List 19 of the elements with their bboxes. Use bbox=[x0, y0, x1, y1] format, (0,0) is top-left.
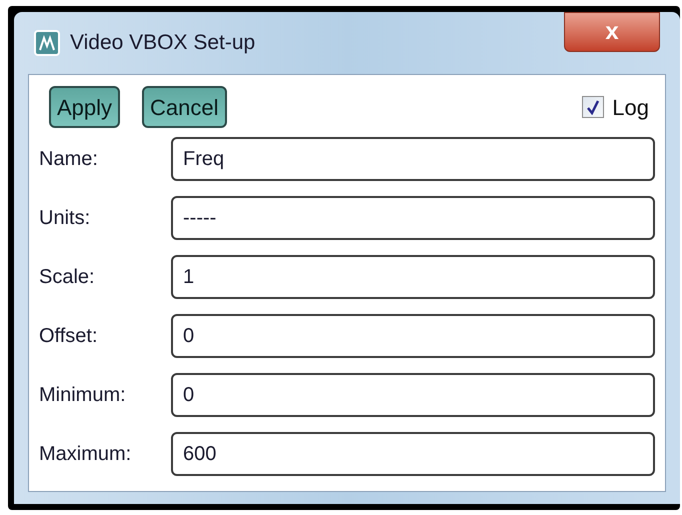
cancel-button[interactable]: Cancel bbox=[142, 86, 227, 128]
text-field[interactable]: 0 bbox=[171, 314, 655, 358]
check-icon bbox=[586, 99, 600, 115]
text-field[interactable]: Freq bbox=[171, 137, 655, 181]
field-label: Scale: bbox=[39, 265, 96, 290]
field-label: Units: bbox=[39, 206, 92, 231]
log-label: Log bbox=[612, 94, 649, 122]
apply-button[interactable]: Apply bbox=[49, 86, 120, 128]
text-field[interactable]: 0 bbox=[171, 373, 655, 417]
field-label: Maximum: bbox=[39, 442, 132, 467]
field-label: Offset: bbox=[39, 324, 99, 349]
field-label: Minimum: bbox=[39, 383, 127, 408]
text-field[interactable]: ----- bbox=[171, 196, 655, 240]
window-title: Video VBOX Set-up bbox=[70, 30, 256, 56]
text-field[interactable]: 1 bbox=[171, 255, 655, 299]
text-field[interactable]: 600 bbox=[171, 432, 655, 476]
log-checkbox[interactable] bbox=[582, 96, 604, 118]
field-label: Name: bbox=[39, 147, 99, 172]
app-icon bbox=[34, 30, 60, 56]
